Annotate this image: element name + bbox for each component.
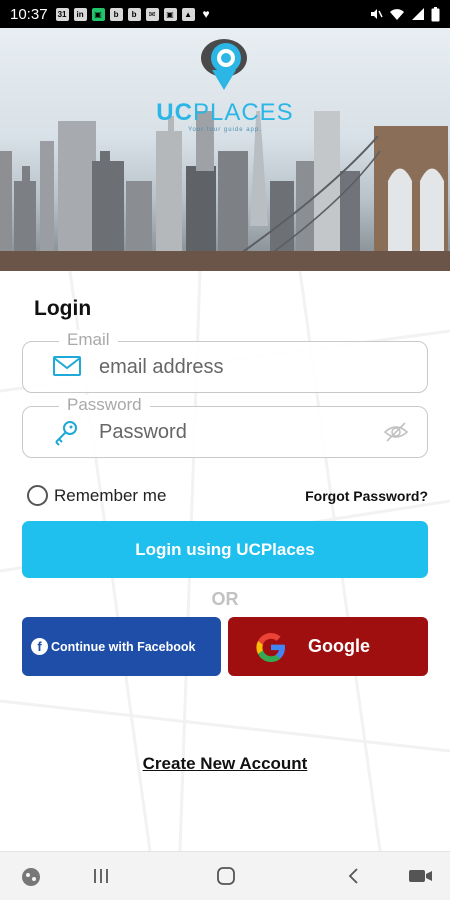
login-title: Login — [34, 297, 92, 320]
email-label: Email — [59, 330, 118, 350]
envelope-icon — [53, 356, 81, 376]
forgot-password-link[interactable]: Forgot Password? — [305, 488, 428, 504]
calendar-icon: 31 — [55, 7, 69, 21]
password-label: Password — [59, 395, 150, 415]
map-pin-icon — [201, 39, 247, 90]
city-skyline-image — [0, 111, 450, 271]
email-input[interactable]: email address — [99, 356, 224, 379]
recents-icon[interactable] — [91, 866, 111, 886]
remember-me-label: Remember me — [54, 485, 167, 505]
mute-icon — [371, 9, 383, 19]
camera-icon[interactable] — [408, 866, 434, 886]
hero-banner: UCPLACES Your tour guide app. — [0, 28, 450, 271]
create-account-link[interactable]: Create New Account — [0, 754, 450, 774]
remember-me-radio[interactable] — [27, 485, 48, 506]
eye-off-icon[interactable] — [383, 421, 409, 443]
remember-me-option[interactable]: Remember me — [27, 485, 166, 506]
facebook-login-button[interactable]: f Continue with Facebook — [22, 617, 221, 676]
mail-icon: ✉ — [145, 7, 159, 21]
battery-icon — [431, 6, 440, 21]
password-input[interactable]: Password — [99, 421, 187, 444]
brand-logo: UCPLACES Your tour guide app. — [0, 36, 450, 133]
google-icon — [256, 632, 285, 662]
signal-icon — [412, 8, 424, 20]
status-time: 10:37 — [10, 5, 48, 23]
wifi-icon — [390, 9, 404, 20]
b-icon: b — [127, 7, 141, 21]
dots-icon[interactable] — [20, 866, 42, 888]
system-icons — [369, 6, 440, 22]
linkedin-icon: in — [73, 7, 87, 21]
brand-tagline: Your tour guide app. — [188, 127, 262, 133]
twitter-icon: ♥ — [202, 7, 210, 21]
google-button-label: Google — [308, 636, 370, 656]
key-icon — [55, 421, 77, 446]
email-field[interactable]: Email email address — [22, 330, 428, 393]
gallery-icon: ▲ — [181, 7, 195, 21]
password-field[interactable]: Password Password — [22, 395, 428, 458]
login-button[interactable]: Login using UCPlaces — [22, 521, 428, 578]
facebook-icon: f — [31, 638, 48, 655]
brand-name: UCPLACES — [156, 99, 294, 126]
notification-icons: 31 in ▣ b b ✉ ▣ ▲ ♥ — [55, 7, 213, 21]
google-login-button[interactable]: Google — [228, 617, 428, 676]
app-icon: ▣ — [91, 7, 105, 21]
facebook-button-label: Continue with Facebook — [51, 639, 196, 654]
back-icon[interactable] — [344, 866, 364, 886]
navigation-bar — [0, 851, 450, 900]
or-divider: OR — [211, 589, 239, 609]
b-icon: b — [109, 7, 123, 21]
status-bar: 10:37 31 in ▣ b b ✉ ▣ ▲ ♥ — [0, 0, 450, 28]
home-icon[interactable] — [216, 866, 236, 886]
image-icon: ▣ — [163, 7, 177, 21]
